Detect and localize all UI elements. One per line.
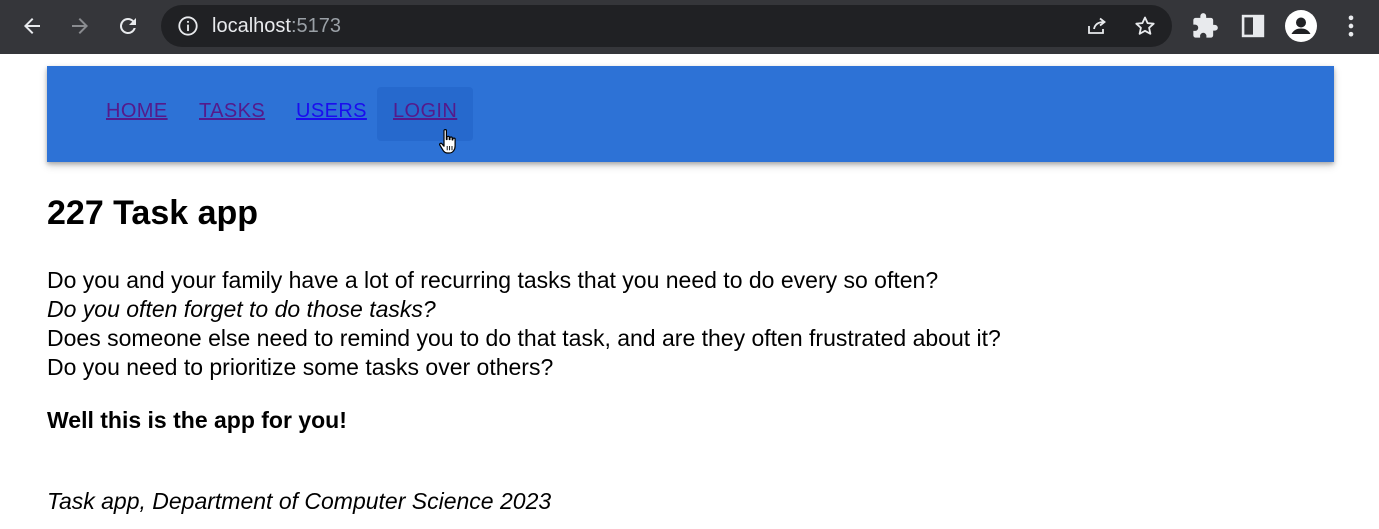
address-bar[interactable]: localhost:5173 xyxy=(161,5,1172,47)
reload-button[interactable] xyxy=(111,9,145,43)
back-arrow-icon xyxy=(24,18,40,34)
intro-line-4: Do you need to prioritize some tasks ove… xyxy=(47,354,554,380)
nav-link-login[interactable]: LOGIN xyxy=(393,100,457,123)
share-icon[interactable] xyxy=(1085,14,1109,38)
forward-arrow-icon xyxy=(72,18,88,34)
info-icon[interactable] xyxy=(177,15,199,37)
intro-line-3: Does someone else need to remind you to … xyxy=(47,325,1001,351)
url-text: localhost:5173 xyxy=(212,15,341,37)
reload-icon xyxy=(119,17,136,34)
footer-text: Task app, Department of Computer Science… xyxy=(47,488,552,514)
nav-link-tasks[interactable]: TASKS xyxy=(199,100,265,123)
nav-link-users[interactable]: USERS xyxy=(296,100,367,123)
puzzle-icon[interactable] xyxy=(1191,12,1219,40)
intro-line-1: Do you and your family have a lot of rec… xyxy=(47,267,939,293)
forward-button[interactable] xyxy=(63,9,97,43)
callout-text: Well this is the app for you! xyxy=(47,407,347,433)
url-port: :5173 xyxy=(290,15,341,37)
nav-link-home[interactable]: HOME xyxy=(106,100,168,123)
intro-line-2: Do you often forget to do those tasks? xyxy=(47,296,436,322)
url-host: localhost xyxy=(212,15,291,37)
kebab-menu-icon[interactable] xyxy=(1337,12,1365,40)
profile-icon[interactable] xyxy=(1285,10,1317,42)
browser-toolbar: localhost:5173 xyxy=(0,0,1379,54)
back-button[interactable] xyxy=(15,9,49,43)
page-title: 227 Task app xyxy=(47,194,259,232)
sidepanel-icon[interactable] xyxy=(1239,12,1267,40)
hand-cursor-icon xyxy=(439,129,456,154)
star-icon[interactable] xyxy=(1133,14,1157,38)
